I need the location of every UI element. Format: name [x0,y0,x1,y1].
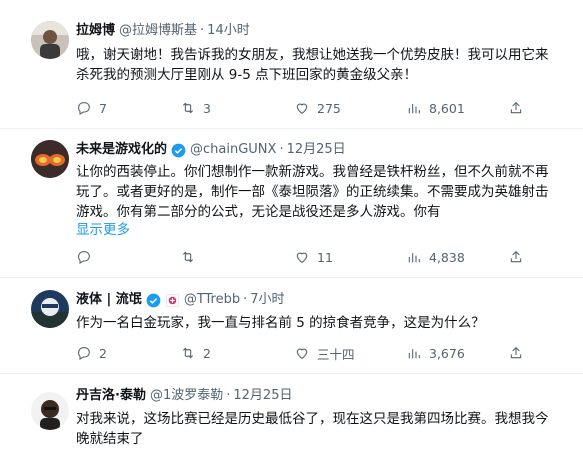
tweet-text: 对我来说，这场比赛已经是历史最低谷了，现在这只是我第四场比赛。我想我今晚就结束了 [76,411,549,447]
separator-dot: · [226,388,231,403]
display-name[interactable]: 拉姆博 [76,22,115,40]
tweet-feed: 拉姆博 @拉姆博斯基 · 14小时 哦，谢天谢地！我告诉我的女朋友，我想让她送我… [0,0,583,456]
retweet-count: 3 [203,100,211,116]
user-handle[interactable]: @TTrebb [184,291,240,309]
views-chart-icon [408,253,420,263]
reply-button[interactable]: 7 [76,99,107,117]
views-button[interactable]: 3,676 [406,344,465,362]
avatar[interactable] [31,290,69,328]
reply-icon [78,251,90,264]
avatar[interactable] [31,21,69,59]
tweet-4[interactable]: 丹吉洛·泰勒 @1波罗泰勒 · 12月25日 对我来说，这场比赛已经是历史最低谷… [0,374,583,456]
separator-dot: · [279,142,284,157]
affiliate-badge-icon [165,293,179,307]
view-count: 4,838 [429,249,465,265]
tweet-actions: 7 3 275 8,601 [76,99,566,117]
heart-icon [296,103,308,114]
retweet-icon [182,347,194,359]
share-icon [510,346,522,359]
timestamp[interactable]: 14小时 [207,22,250,40]
like-button[interactable]: 11 [294,248,333,266]
retweet-icon [182,251,194,263]
reply-button[interactable]: 2 [76,344,107,362]
view-count: 3,676 [429,345,465,361]
retweet-button[interactable]: 2 [180,344,211,362]
tweet-text: 让你的西装停止。你们想制作一款新游戏。我曾经是铁杆粉丝，但不久前就不再玩了。或者… [76,164,549,220]
retweet-icon [182,102,194,114]
views-button[interactable]: 4,838 [406,248,465,266]
like-count: 11 [317,249,333,265]
display-name[interactable]: 未来是游戏化的 [76,141,167,159]
reply-icon [78,102,90,115]
share-icon [510,101,522,114]
view-count: 8,601 [429,100,465,116]
user-handle[interactable]: @chainGUNX [190,141,276,159]
heart-icon [296,252,308,263]
timestamp[interactable]: 12月25日 [287,141,346,159]
timestamp[interactable]: 7小时 [250,291,284,309]
share-button[interactable] [508,344,524,362]
tweet-3[interactable]: 液体 | 流氓 @TTrebb · 7小时 作为一名白金玩家，我一直与排名前 5… [0,278,583,374]
reply-button[interactable] [76,248,99,266]
verified-badge-icon [171,143,186,157]
share-button[interactable] [508,248,524,266]
like-count: 三十四 [317,346,355,362]
reply-count: 7 [99,100,107,116]
tweet-1[interactable]: 拉姆博 @拉姆博斯基 · 14小时 哦，谢天谢地！我告诉我的女朋友，我想让她送我… [0,0,583,129]
avatar[interactable] [31,392,69,430]
retweet-button[interactable] [180,248,203,266]
tweet-text: 哦，谢天谢地！我告诉我的女朋友，我想让她送我一个优势皮肤！我可以用它来杀死我的预… [76,47,549,83]
user-handle[interactable]: @1波罗泰勒 [150,387,223,405]
tweet-2[interactable]: 未来是游戏化的 @chainGUNX · 12月25日 让你的西装停止。你们想制… [0,129,583,278]
heart-icon [296,348,308,359]
like-button[interactable]: 275 [294,99,341,117]
retweet-count: 2 [203,345,211,361]
timestamp[interactable]: 12月25日 [233,387,292,405]
like-count: 275 [317,100,341,116]
views-chart-icon [408,104,420,114]
reply-count: 2 [99,345,107,361]
reply-icon [78,347,90,360]
tweet-text: 作为一名白金玩家，我一直与排名前 5 的掠食者竞争，这是为什么？ [76,315,485,331]
retweet-button[interactable]: 3 [180,99,211,117]
tweet-actions: 11 4,838 [76,248,566,266]
separator-dot: · [243,292,248,307]
tweet-actions: 2 2 三十四 3,676 [76,344,566,362]
share-icon [510,250,522,263]
avatar[interactable] [31,140,69,178]
verified-badge-icon [146,293,161,307]
display-name[interactable]: 丹吉洛·泰勒 [76,387,146,405]
display-name[interactable]: 液体 | 流氓 [76,291,142,309]
like-button[interactable]: 三十四 [294,344,355,362]
share-button[interactable] [508,99,524,117]
separator-dot: · [200,23,205,38]
show-more-link[interactable]: 显示更多 [76,218,130,238]
views-chart-icon [408,349,420,359]
views-button[interactable]: 8,601 [406,99,465,117]
user-handle[interactable]: @拉姆博斯基 [119,22,197,40]
